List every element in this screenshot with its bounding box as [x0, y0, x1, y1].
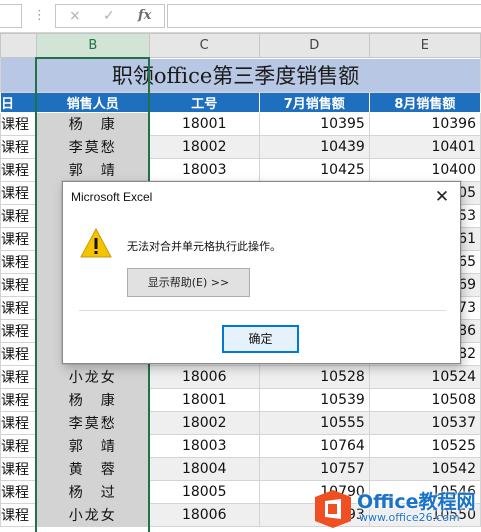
date-cell[interactable]: 课程 [0, 480, 37, 504]
watermark: Office教程网 www.office26.com [313, 481, 481, 532]
employee-id-cell[interactable]: 18006 [148, 503, 260, 527]
table-row: 课程 李莫愁 18002 10555 10537 [0, 411, 481, 435]
dialog-message: 无法对合并单元格执行此操作。 [127, 240, 281, 253]
employee-id-cell[interactable]: 18003 [148, 158, 260, 182]
salesperson-cell[interactable]: 杨 康 [35, 388, 150, 412]
column-header-c[interactable]: C [148, 33, 260, 58]
salesperson-cell[interactable]: 杨 康 [35, 112, 150, 136]
formula-input[interactable] [167, 4, 481, 28]
salesperson-cell[interactable]: 黄 蓉 [35, 457, 150, 481]
salesperson-cell[interactable]: 李莫愁 [35, 411, 150, 435]
date-cell[interactable]: 课程 [0, 365, 37, 389]
formula-bar: ⋮ × ✓ fx [0, 0, 481, 33]
date-cell[interactable]: 课程 [0, 135, 37, 159]
table-row: 课程黄 蓉 18004 10757 10542 [0, 457, 481, 481]
office-logo-icon [315, 490, 351, 528]
july-sales-cell[interactable]: 10555 [258, 411, 370, 435]
date-cell[interactable]: 课程 [0, 319, 37, 343]
salesperson-cell[interactable]: 小龙女 [35, 365, 150, 389]
date-cell[interactable]: 课程 [0, 342, 37, 366]
july-sales-cell[interactable]: 10539 [258, 388, 370, 412]
august-sales-cell[interactable]: 10401 [368, 135, 481, 159]
july-sales-cell[interactable]: 10439 [258, 135, 370, 159]
table-row: 课程郭 靖 18003 10764 10525 [0, 434, 481, 458]
error-dialog: Microsoft Excel ✕ 无法对合并单元格执行此操作。 显示帮助(E)… [62, 181, 461, 364]
table-row: 课程 小龙女 18006 10528 10524 [0, 365, 481, 389]
august-sales-cell[interactable]: 10524 [368, 365, 481, 389]
employee-id-cell[interactable]: 18001 [148, 388, 260, 412]
header-employee-id[interactable]: 工号 [148, 92, 260, 113]
date-cell[interactable]: 课程 [0, 434, 37, 458]
column-header-e[interactable]: E [368, 33, 481, 58]
close-icon[interactable]: ✕ [424, 182, 460, 212]
sheet-title[interactable]: 职领office第三季度销售额 [35, 57, 481, 93]
employee-id-cell[interactable]: 18006 [148, 365, 260, 389]
watermark-url: www.office26.com [359, 511, 460, 524]
formula-bar-grip-icon[interactable]: ⋮ [33, 7, 46, 25]
table-row: 课程郭 靖 18003 10425 10400 [0, 158, 481, 182]
column-header-d[interactable]: D [258, 33, 370, 58]
july-sales-cell[interactable]: 10395 [258, 112, 370, 136]
employee-id-cell[interactable]: 18001 [148, 112, 260, 136]
enter-check-icon[interactable]: ✓ [103, 8, 115, 24]
salesperson-cell[interactable]: 李莫愁 [35, 135, 150, 159]
date-cell[interactable]: 课程 [0, 273, 37, 297]
salesperson-cell[interactable]: 郭 靖 [35, 434, 150, 458]
july-sales-cell[interactable]: 10757 [258, 457, 370, 481]
column-header-b[interactable]: B [35, 33, 150, 59]
insert-function-icon[interactable]: fx [138, 8, 151, 24]
salesperson-cell[interactable]: 杨 过 [35, 480, 150, 504]
august-sales-cell[interactable]: 10525 [368, 434, 481, 458]
header-july-sales[interactable]: 7月销售额 [258, 92, 370, 113]
employee-id-cell[interactable]: 18003 [148, 434, 260, 458]
employee-id-cell[interactable]: 18002 [148, 411, 260, 435]
date-cell[interactable]: 课程 [0, 181, 37, 205]
july-sales-cell[interactable]: 10528 [258, 365, 370, 389]
date-cell[interactable]: 课程 [0, 158, 37, 182]
date-cell[interactable]: 课程 [0, 296, 37, 320]
employee-id-cell[interactable]: 18005 [148, 480, 260, 504]
table-row: 课程 李莫愁 18002 10439 10401 [0, 135, 481, 159]
name-box[interactable] [0, 4, 22, 28]
date-cell[interactable]: 课程 [0, 250, 37, 274]
date-cell[interactable]: 课程 [0, 112, 37, 136]
august-sales-cell[interactable]: 10537 [368, 411, 481, 435]
column-header-a[interactable] [0, 33, 37, 58]
formula-bar-buttons: × ✓ fx [55, 4, 165, 28]
august-sales-cell[interactable]: 10508 [368, 388, 481, 412]
july-sales-cell[interactable]: 10764 [258, 434, 370, 458]
date-cell[interactable]: 课程 [0, 457, 37, 481]
date-cell[interactable]: 课程 [0, 204, 37, 228]
header-august-sales[interactable]: 8月销售额 [368, 92, 481, 113]
title-cell-a[interactable] [0, 57, 37, 93]
header-date[interactable]: 日 [0, 92, 37, 113]
date-cell[interactable]: 课程 [0, 503, 37, 527]
date-cell[interactable]: 课程 [0, 388, 37, 412]
watermark-name: Office教程网 [357, 491, 476, 513]
show-help-button[interactable]: 显示帮助(E) >> [127, 268, 250, 297]
dialog-title: Microsoft Excel [71, 190, 153, 204]
warning-icon [80, 227, 112, 258]
employee-id-cell[interactable]: 18002 [148, 135, 260, 159]
dialog-divider [79, 310, 446, 311]
salesperson-cell[interactable]: 郭 靖 [35, 158, 150, 182]
date-cell[interactable]: 课程 [0, 227, 37, 251]
date-cell[interactable]: 课程 [0, 411, 37, 435]
august-sales-cell[interactable]: 10400 [368, 158, 481, 182]
cancel-icon[interactable]: × [69, 8, 81, 24]
table-row: 课程杨 康 18001 10395 10396 [0, 112, 481, 136]
ok-button[interactable]: 确定 [222, 325, 299, 353]
july-sales-cell[interactable]: 10425 [258, 158, 370, 182]
salesperson-cell[interactable]: 小龙女 [35, 503, 150, 527]
august-sales-cell[interactable]: 10396 [368, 112, 481, 136]
header-salesperson[interactable]: 销售人员 [35, 92, 150, 113]
employee-id-cell[interactable]: 18004 [148, 457, 260, 481]
table-row: 课程杨 康 18001 10539 10508 [0, 388, 481, 412]
august-sales-cell[interactable]: 10542 [368, 457, 481, 481]
